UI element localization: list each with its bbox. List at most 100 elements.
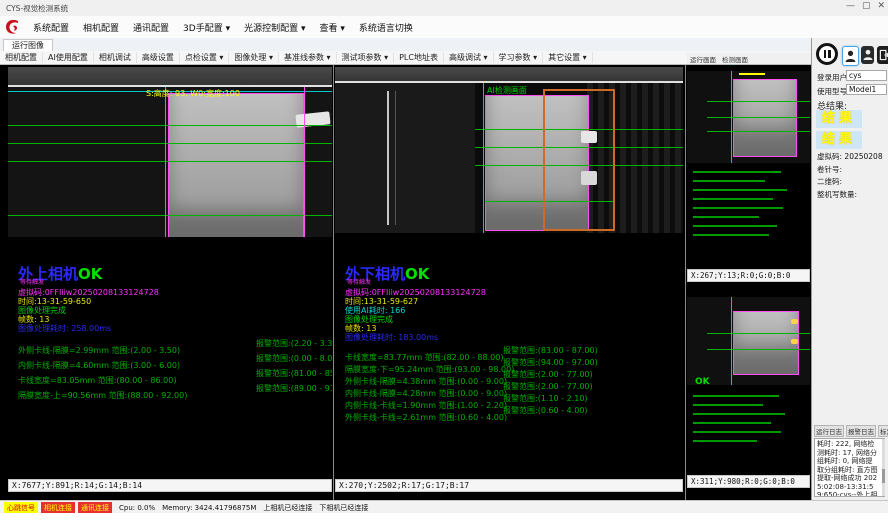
toolbar-item[interactable]: 高级调试 ▾ bbox=[444, 52, 494, 63]
thumb-image bbox=[687, 71, 810, 163]
menu-item[interactable]: 查看 ▾ bbox=[312, 21, 351, 34]
pixel-coords-thumb-bottom: X:311;Y:980;R:0;G:0;B:0 bbox=[687, 475, 810, 488]
user-icon bbox=[845, 50, 856, 63]
process-time-line: 图像处理耗时: 183.00ms bbox=[345, 332, 438, 343]
pixel-coords-middle: X:270;Y:2502;R:17;G:17;B:17 bbox=[335, 479, 683, 492]
title-bar: CYS-视觉检测系统 — ▢ ✕ bbox=[0, 0, 888, 17]
exit-door-icon bbox=[879, 49, 888, 61]
menu-bar: 系统配置相机配置通讯配置3D手配置 ▾光源控制配置 ▾查看 ▾系统语言切换 bbox=[0, 16, 888, 39]
process-time-line: 图像处理耗时: 258.00ms bbox=[18, 323, 111, 334]
measurement-row: 隔膜宽度-上=90.56mm 范围:(88.00 - 92.00) 报警范围:(… bbox=[18, 383, 330, 398]
maximize-icon[interactable]: ▢ bbox=[862, 1, 871, 11]
window-title: CYS-视觉检测系统 bbox=[6, 3, 68, 14]
dimension-overlay-label: S:高度: 93. W0:宽度:100 bbox=[146, 88, 240, 99]
alarm-range: 报警范围:(89.00 - 91.00) bbox=[256, 383, 332, 394]
thumb-view-tab[interactable]: 运行画面 bbox=[690, 54, 716, 64]
measurement-row: 内侧卡线-隔膜=4.60mm 范围:(3.00 - 6.00) 报警范围:(0.… bbox=[18, 353, 330, 368]
upper-camera-status: 上相机已经连接 bbox=[263, 503, 312, 513]
toolbar-item[interactable]: 相机配置 bbox=[0, 52, 43, 63]
menu-item[interactable]: 系统语言切换 bbox=[352, 21, 420, 34]
image-top-band bbox=[335, 67, 683, 81]
thumb-view-tab[interactable]: 检测画面 bbox=[722, 54, 748, 64]
menu-item[interactable]: 通讯配置 bbox=[126, 21, 176, 34]
thumb-status: OK bbox=[695, 377, 710, 387]
alarm-range: 报警范围:(0.60 - 4.00) bbox=[503, 405, 588, 416]
camera-sub-status: 等待触发 bbox=[347, 277, 371, 286]
measurement-row: 卡线宽度=83.05mm 范围:(80.00 - 86.00) 报警范围:(81… bbox=[18, 368, 330, 383]
toolbar-item[interactable]: 基准线参数 ▾ bbox=[279, 52, 337, 63]
window-footer bbox=[0, 513, 888, 522]
model-label: 使用型号: bbox=[817, 86, 850, 97]
alarm-range: 报警范围:(94.00 - 97.00) bbox=[503, 357, 598, 368]
measurement-list: 卡线宽度=83.77mm 范围:(82.00 - 88.00) 报警范围:(83… bbox=[345, 345, 681, 417]
pixel-coords-left: X:7677;Y:891;R:14;G:14;B:14 bbox=[8, 479, 332, 492]
app-logo-icon bbox=[4, 18, 22, 36]
toolbar-item[interactable]: 图像处理 ▾ bbox=[229, 52, 279, 63]
needle-no-label: 卷针号: bbox=[817, 164, 842, 175]
toolbar-item[interactable]: AI使用配置 bbox=[43, 52, 94, 63]
model-field[interactable]: Model1 bbox=[846, 84, 887, 95]
toolbar-item[interactable]: 测试项参数 ▾ bbox=[337, 52, 395, 63]
thumb-image bbox=[687, 297, 810, 385]
thumb-view-bottom[interactable]: OK bbox=[687, 283, 810, 473]
cpu-usage: Cpu: 0.0% bbox=[119, 504, 155, 512]
measurement-value: 隔膜宽度-上=90.56mm 范围:(88.00 - 92.00) bbox=[18, 391, 187, 400]
status-bar: 心跳信号 相机连接 通讯连接 Cpu: 0.0% Memory: 3424.41… bbox=[0, 500, 888, 514]
lower-camera-status: 下相机已经连接 bbox=[319, 503, 368, 513]
comm-connect-badge: 通讯连接 bbox=[78, 502, 112, 513]
user-button[interactable] bbox=[861, 46, 874, 64]
alarm-range: 报警范围:(81.00 - 85.00) bbox=[256, 368, 332, 379]
view-separator bbox=[333, 65, 334, 501]
minimize-icon[interactable]: — bbox=[846, 1, 855, 11]
thumb-view-top[interactable] bbox=[687, 67, 810, 267]
toolbar-item[interactable]: 相机调试 bbox=[94, 52, 137, 63]
measurement-row: 外侧卡线-隔膜=4.38mm 范围:(0.00 - 9.00) 报警范围:(2.… bbox=[345, 369, 681, 381]
alarm-range: 报警范围:(2.00 - 77.00) bbox=[503, 369, 593, 380]
measurement-row: 外侧卡线-卡线=2.61mm 范围:(0.60 - 4.00) 报警范围:(0.… bbox=[345, 405, 681, 417]
measurement-row: 隔膜宽度-下=95.24mm 范围:(93.00 - 98.00) 报警范围:(… bbox=[345, 357, 681, 369]
log-tab[interactable]: 标定日志 bbox=[878, 425, 888, 437]
camera-image[interactable]: AI检测画面 bbox=[335, 83, 683, 233]
pause-button[interactable] bbox=[816, 43, 838, 65]
virtual-code-value: 20250208 bbox=[844, 152, 882, 161]
camera-view-upper-outer[interactable]: S:高度: 93. W0:宽度:100 外上相机OK 等待触发 虚拟码:0FFI… bbox=[8, 67, 332, 479]
result-indicator-2: 结果 bbox=[816, 131, 862, 149]
log-scrollbar[interactable] bbox=[882, 439, 885, 496]
user-button-active[interactable] bbox=[842, 46, 859, 66]
tab-strip: 运行图像 bbox=[0, 38, 811, 52]
measurement-row: 内侧卡线-卡线=1.90mm 范围:(1.00 - 2.20) 报警范围:(1.… bbox=[345, 393, 681, 405]
log-tab[interactable]: 报警日志 bbox=[846, 425, 876, 437]
ai-view-label: AI检测画面 bbox=[487, 85, 527, 96]
camera-view-lower-outer[interactable]: AI检测画面 外下相机OK 等待触发 虚拟码:0FFIiiw2025020813… bbox=[335, 67, 683, 479]
pixel-coords-thumb-top: X:267;Y:13;R:0;G:0;B:0 bbox=[687, 269, 810, 282]
toolbar-item[interactable]: 高级设置 bbox=[137, 52, 180, 63]
menu-item[interactable]: 系统配置 bbox=[26, 21, 76, 34]
menu-item[interactable]: 3D手配置 ▾ bbox=[176, 21, 237, 34]
logout-button[interactable] bbox=[877, 46, 888, 64]
toolbar-item[interactable]: PLC地址表 bbox=[394, 52, 444, 63]
log-output[interactable]: 耗时: 222, 网络检测耗时: 17, 网络分组耗时: 0, 网络提取分组耗时… bbox=[814, 438, 885, 497]
measurement-list: 外侧卡线-隔膜=2.99mm 范围:(2.00 - 3.50) 报警范围:(2.… bbox=[18, 338, 330, 398]
alarm-range: 报警范围:(0.00 - 8.00) bbox=[256, 353, 332, 364]
login-user-label: 登录用户: bbox=[817, 72, 850, 83]
right-control-panel: 登录用户: cys 使用型号: Model1 总结果: 结果 结果 虚拟码: 2… bbox=[811, 38, 888, 500]
measurement-row: 内侧卡线-隔膜=4.28mm 范围:(0.00 - 9.00) 报警范围:(2.… bbox=[345, 381, 681, 393]
close-icon[interactable]: ✕ bbox=[877, 1, 885, 11]
camera-image[interactable]: S:高度: 93. W0:宽度:100 bbox=[8, 87, 332, 237]
toolbar-item[interactable]: 学习参数 ▾ bbox=[494, 52, 544, 63]
main-area: S:高度: 93. W0:宽度:100 外上相机OK 等待触发 虚拟码:0FFI… bbox=[0, 64, 811, 501]
login-user-field[interactable]: cys bbox=[846, 70, 887, 81]
alarm-range: 报警范围:(2.00 - 77.00) bbox=[503, 381, 593, 392]
measurement-row: 卡线宽度=83.77mm 范围:(82.00 - 88.00) 报警范围:(83… bbox=[345, 345, 681, 357]
menu-item[interactable]: 相机配置 bbox=[76, 21, 126, 34]
image-top-band bbox=[8, 67, 332, 85]
menu-item[interactable]: 光源控制配置 ▾ bbox=[237, 21, 312, 34]
heartbeat-badge: 心跳信号 bbox=[4, 502, 38, 513]
thumb-view-header: 运行画面检测画面 bbox=[687, 53, 814, 64]
toolbar-item[interactable]: 点检设置 ▾ bbox=[180, 52, 230, 63]
log-tab[interactable]: 运行日志 bbox=[814, 425, 844, 437]
qrcode-label: 二维码: bbox=[817, 176, 842, 187]
app-window: CYS-视觉检测系统 — ▢ ✕ 系统配置相机配置通讯配置3D手配置 ▾光源控制… bbox=[0, 0, 888, 522]
alarm-range: 报警范围:(83.00 - 87.00) bbox=[503, 345, 598, 356]
toolbar-item[interactable]: 其它设置 ▾ bbox=[543, 52, 593, 63]
